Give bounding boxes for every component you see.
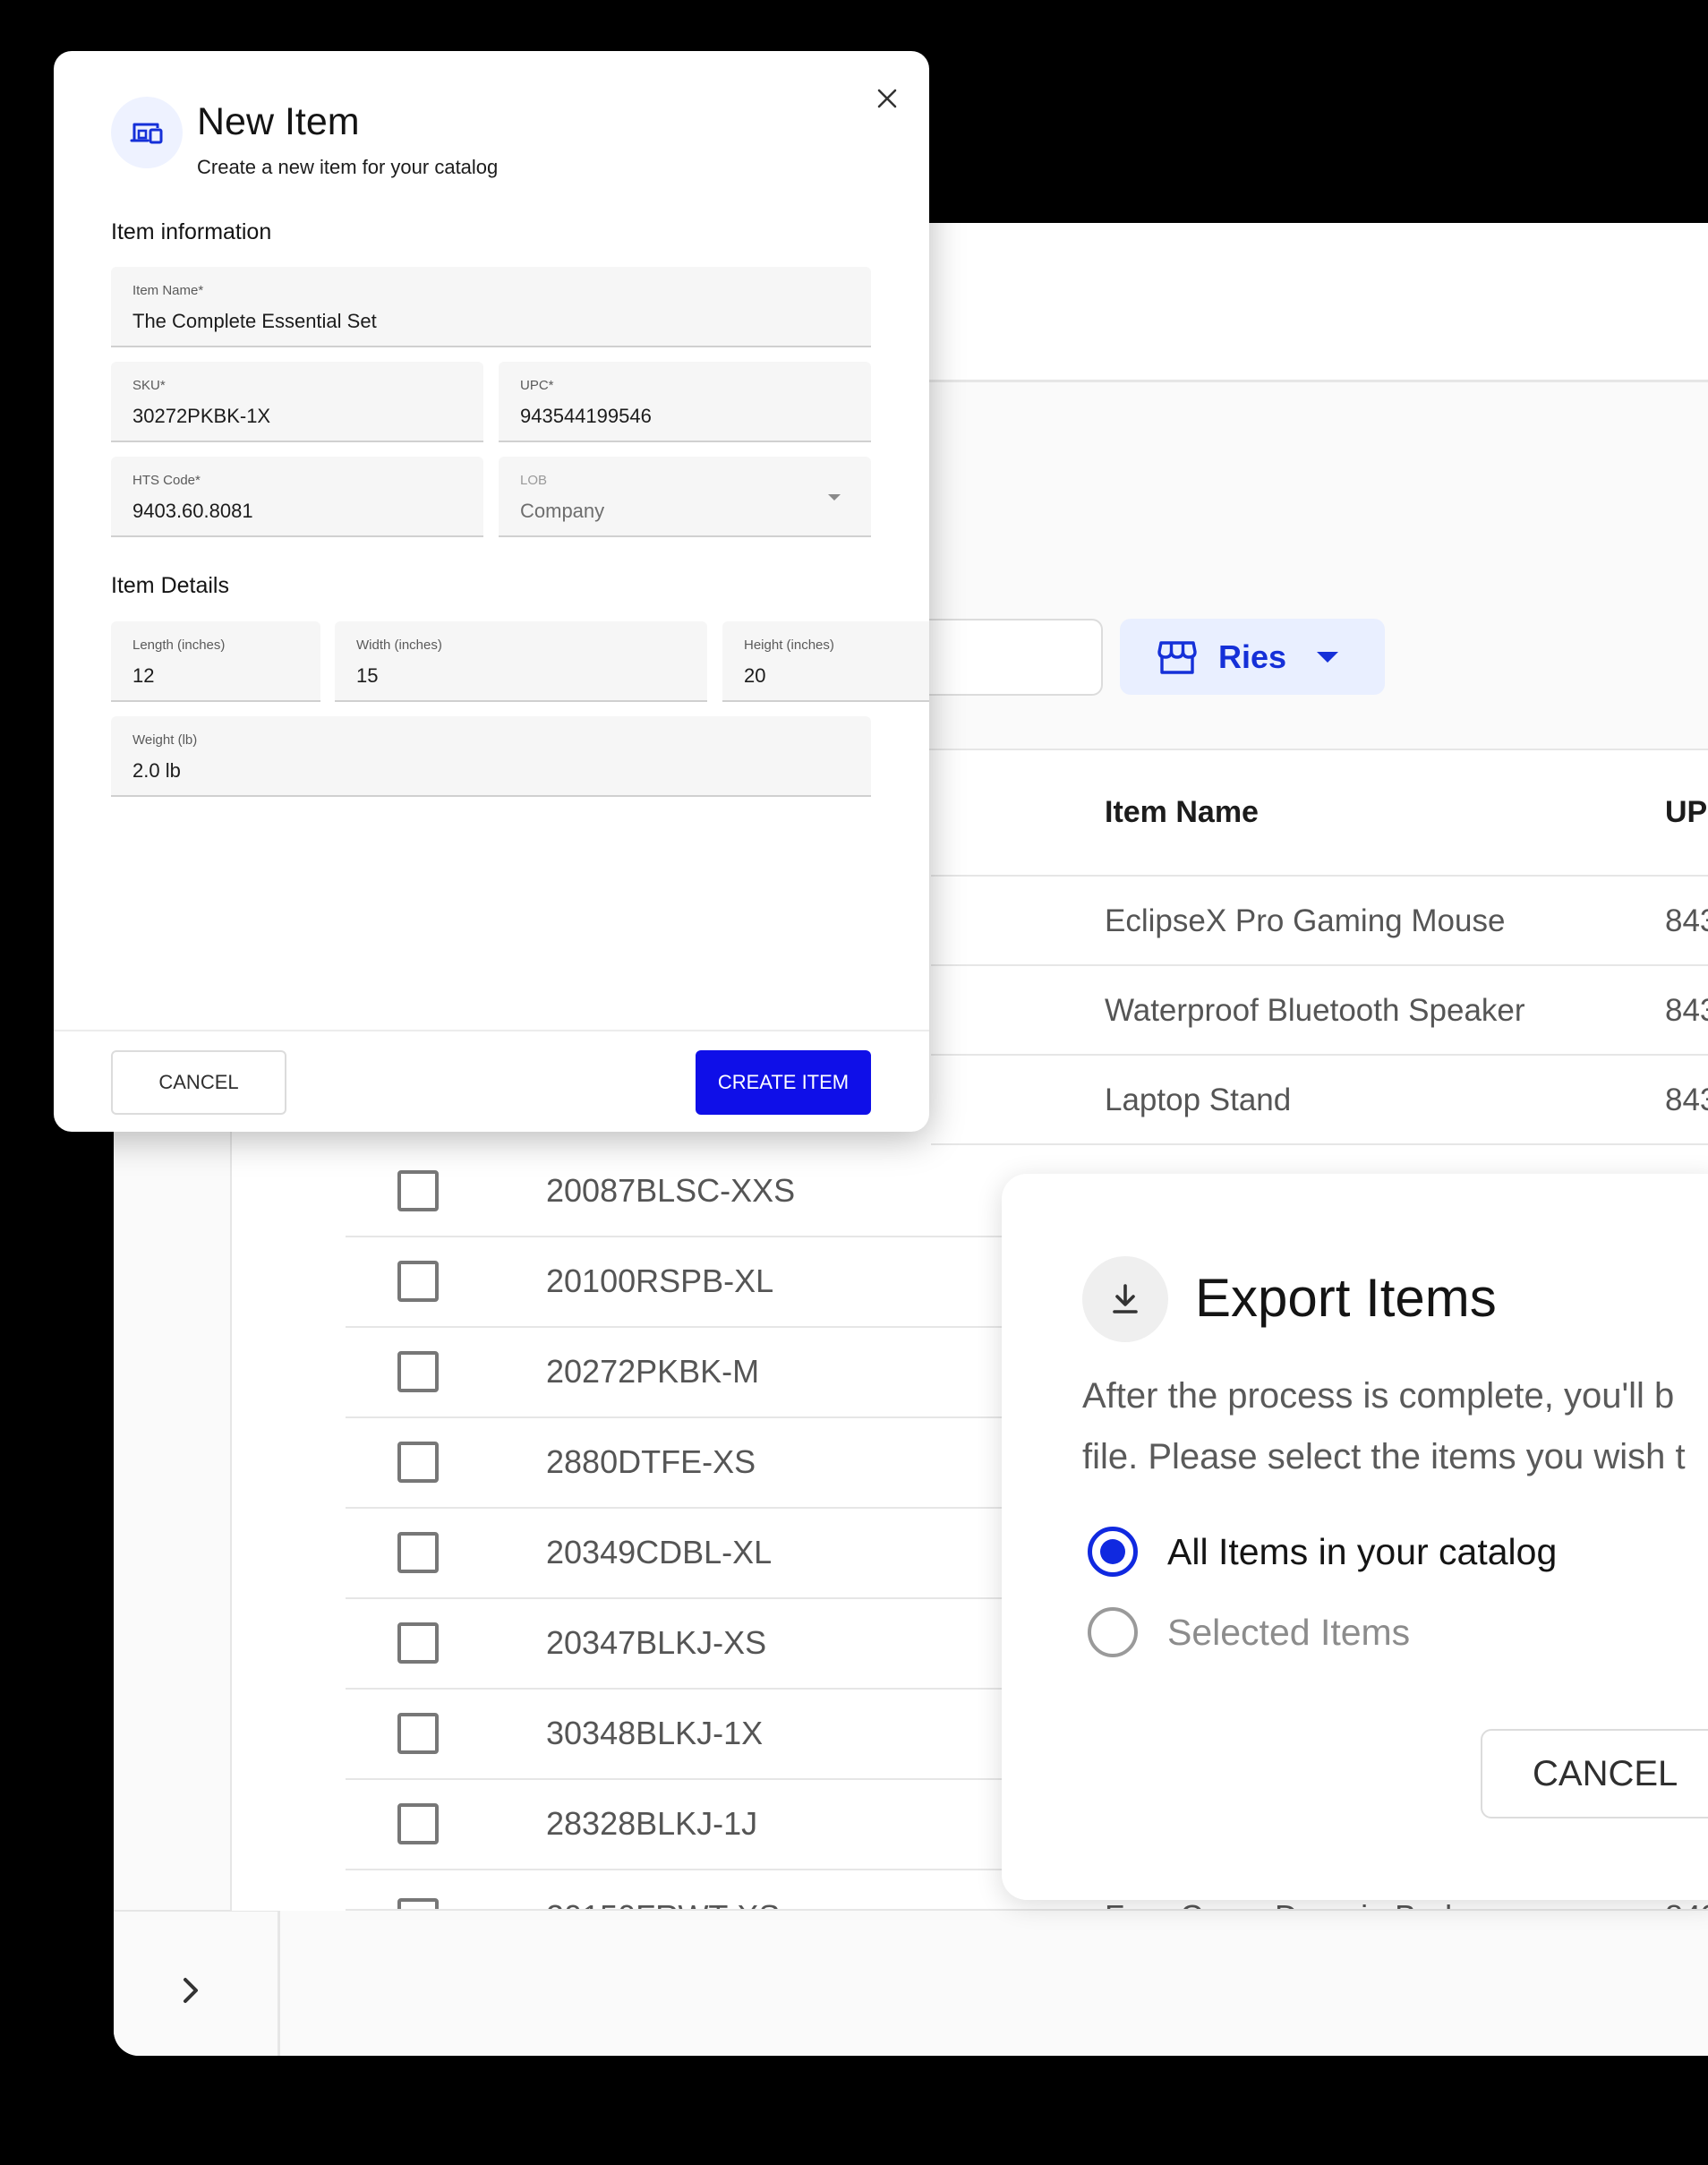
table-row[interactable]: 20100RSPB-XL — [346, 1237, 1080, 1328]
hts-code-field[interactable]: HTS Code* 9403.60.8081 — [111, 457, 483, 537]
column-header-item-name[interactable]: Item Name — [1105, 795, 1259, 830]
field-value: The Complete Essential Set — [132, 310, 377, 332]
item-name-cell: EclipseX Pro Gaming Mouse — [1105, 903, 1506, 938]
radio-selected-indicator — [1088, 1527, 1138, 1577]
field-value: 12 — [132, 664, 155, 687]
divider — [346, 1909, 1708, 1911]
sku-cell: 20349CDBL-XL — [546, 1534, 773, 1570]
table-row[interactable]: 20347BLKJ-XS — [346, 1599, 1080, 1690]
field-label: Length (inches) — [132, 638, 226, 653]
row-checkbox[interactable] — [397, 1622, 439, 1664]
field-label: Item Name* — [132, 283, 204, 298]
table-row[interactable]: 20087BLSC-XXS — [346, 1147, 1080, 1237]
field-value: 2.0 lb — [132, 759, 181, 782]
field-value: 943544199546 — [520, 405, 652, 427]
row-checkbox[interactable] — [397, 1170, 439, 1211]
column-header-upc[interactable]: UPC — [1665, 795, 1708, 830]
field-value: 20 — [744, 664, 766, 687]
length-field[interactable]: Length (inches) 12 — [111, 621, 320, 702]
row-checkbox[interactable] — [397, 1713, 439, 1754]
devices-icon — [130, 123, 163, 144]
export-items-dialog: Export Items After the process is comple… — [1002, 1174, 1708, 1900]
field-label: Weight (lb) — [132, 732, 198, 748]
sidebar-expand-button[interactable] — [173, 1972, 209, 2008]
table-row[interactable]: Waterproof Bluetooth Speaker 843 — [931, 966, 1708, 1056]
height-field[interactable]: Height (inches) 20 — [722, 621, 929, 702]
caret-down-icon — [1317, 651, 1339, 663]
sku-cell: 28328BLKJ-1J — [546, 1805, 758, 1842]
divider — [54, 1030, 929, 1031]
store-filter-select[interactable]: Ries — [1120, 619, 1385, 695]
table-row[interactable]: 20272PKBK-M — [346, 1328, 1080, 1418]
table-row[interactable]: 20349CDBL-XL — [346, 1509, 1080, 1599]
sku-cell: 2880DTFE-XS — [546, 1443, 756, 1480]
close-icon — [877, 89, 897, 108]
cancel-button[interactable]: CANCEL — [1481, 1729, 1708, 1818]
upc-cell: 843 — [1665, 1082, 1708, 1117]
section-title-item-details: Item Details — [111, 573, 229, 598]
row-checkbox[interactable] — [397, 1261, 439, 1302]
field-value: Company — [520, 500, 605, 522]
close-button[interactable] — [870, 81, 904, 116]
radio-label: All Items in your catalog — [1167, 1530, 1558, 1572]
upc-field[interactable]: UPC* 943544199546 — [499, 362, 871, 442]
field-label: LOB — [520, 473, 548, 488]
caret-down-icon — [828, 494, 841, 501]
dialog-description: After the process is complete, you'll b — [1082, 1376, 1675, 1416]
field-label: UPC* — [520, 378, 554, 393]
row-checkbox[interactable] — [397, 1803, 439, 1844]
table-row[interactable]: Laptop Stand 843 — [931, 1056, 1708, 1145]
export-icon-badge — [1082, 1256, 1168, 1342]
store-icon — [1157, 640, 1197, 674]
store-filter-label: Ries — [1218, 638, 1287, 675]
sku-cell: 20087BLSC-XXS — [546, 1172, 796, 1209]
item-name-cell: Waterproof Bluetooth Speaker — [1105, 993, 1525, 1028]
sku-field[interactable]: SKU* 30272PKBK-1X — [111, 362, 483, 442]
weight-field[interactable]: Weight (lb) 2.0 lb — [111, 716, 871, 797]
table-row[interactable]: 2880DTFE-XS — [346, 1418, 1080, 1509]
field-value: 15 — [356, 664, 379, 687]
radio-selected-items[interactable]: Selected Items — [1088, 1605, 1410, 1659]
table-row[interactable]: EclipseX Pro Gaming Mouse 843 — [931, 877, 1708, 966]
dialog-title: Export Items — [1195, 1268, 1497, 1328]
field-label: Height (inches) — [744, 638, 834, 653]
row-checkbox[interactable] — [397, 1351, 439, 1392]
table-row[interactable]: 30348BLKJ-1X — [346, 1690, 1080, 1780]
radio-all-items[interactable]: All Items in your catalog — [1088, 1525, 1557, 1579]
item-name-cell: Laptop Stand — [1105, 1082, 1292, 1117]
download-icon — [1113, 1284, 1138, 1314]
lob-select[interactable]: LOB Company — [499, 457, 871, 537]
row-checkbox[interactable] — [397, 1532, 439, 1573]
radio-label: Selected Items — [1167, 1611, 1411, 1653]
create-item-button[interactable]: CREATE ITEM — [696, 1050, 871, 1115]
section-title-item-information: Item information — [111, 219, 272, 244]
radio-unselected-indicator — [1088, 1607, 1138, 1657]
dialog-description: file. Please select the items you wish t — [1082, 1437, 1686, 1476]
sku-cell: 20347BLKJ-XS — [546, 1624, 767, 1661]
upc-cell: 843 — [1665, 903, 1708, 938]
field-label: HTS Code* — [132, 473, 201, 488]
field-label: SKU* — [132, 378, 166, 393]
width-field[interactable]: Width (inches) 15 — [335, 621, 707, 702]
sku-cell: 30348BLKJ-1X — [546, 1715, 764, 1751]
item-name-field[interactable]: Item Name* The Complete Essential Set — [111, 267, 871, 347]
chevron-right-icon — [184, 1978, 198, 2003]
field-value: 30272PKBK-1X — [132, 405, 271, 427]
new-item-dialog: New Item Create a new item for your cata… — [54, 51, 929, 1132]
row-checkbox[interactable] — [397, 1442, 439, 1483]
field-label: Width (inches) — [356, 638, 442, 653]
dialog-subtitle: Create a new item for your catalog — [197, 156, 499, 178]
sku-cell: 20272PKBK-M — [546, 1353, 760, 1390]
field-value: 9403.60.8081 — [132, 500, 253, 522]
table-row[interactable]: 28328BLKJ-1J — [346, 1780, 1080, 1870]
dialog-title: New Item — [197, 100, 360, 143]
devices-icon-badge — [111, 97, 183, 168]
sku-cell: 20100RSPB-XL — [546, 1262, 774, 1299]
upc-cell: 843 — [1665, 993, 1708, 1028]
cancel-button[interactable]: CANCEL — [111, 1050, 286, 1115]
